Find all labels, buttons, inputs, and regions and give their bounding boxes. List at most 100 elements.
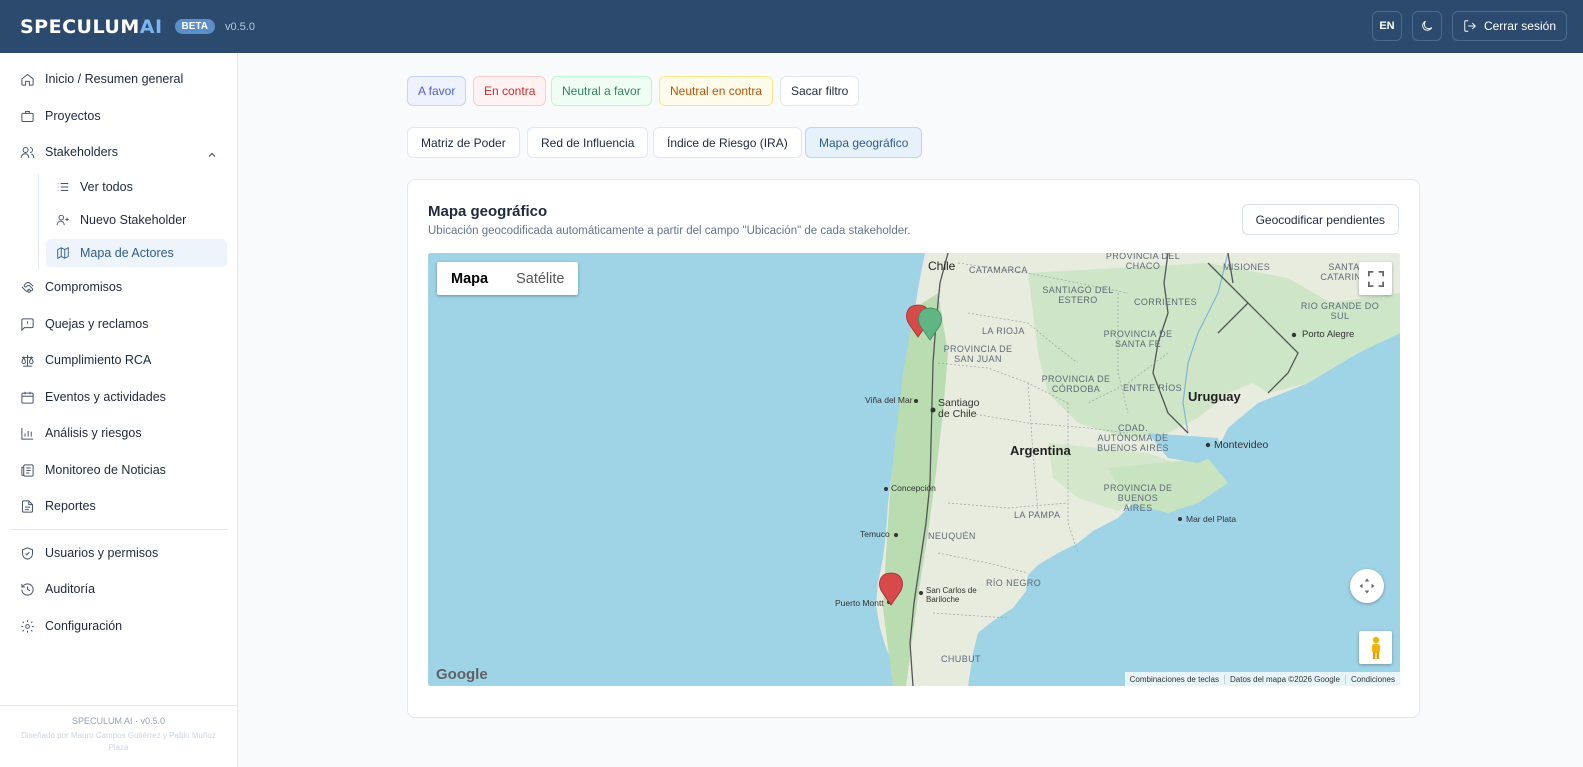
fullscreen-icon xyxy=(1367,270,1384,287)
sidebar-item-inicio[interactable]: Inicio / Resumen general xyxy=(20,68,183,90)
history-icon xyxy=(21,582,34,596)
sidebar-subitem-label: Ver todos xyxy=(80,180,133,194)
label-bariloche: San Carlos de Bariloche xyxy=(926,586,977,604)
map-icon xyxy=(57,246,69,260)
beta-badge: BETA xyxy=(174,19,215,34)
moon-icon xyxy=(1422,20,1433,31)
file-icon xyxy=(22,499,33,513)
sidebar-item-analisis[interactable]: Análisis y riesgos xyxy=(20,422,142,444)
sidebar-item-compromisos[interactable]: Compromisos xyxy=(20,276,122,298)
map-type-control: Mapa Satélite xyxy=(437,262,579,295)
logout-label: Cerrar sesión xyxy=(1483,19,1556,33)
pegman-icon xyxy=(1371,636,1380,659)
sidebar-item-usuarios[interactable]: Usuarios y permisos xyxy=(20,542,158,564)
sidebar-subitem-label: Mapa de Actores xyxy=(80,246,174,260)
logout-button[interactable]: Cerrar sesión xyxy=(1451,11,1567,41)
sidebar-item-noticias[interactable]: Monitoreo de Noticias xyxy=(20,459,166,481)
card-title: Mapa geográfico xyxy=(428,203,548,220)
brand-logo[interactable]: SPECULUMAI xyxy=(20,16,163,38)
map-canvas[interactable] xyxy=(428,253,1400,686)
label-santiago-estero: SANTIAGO DEL ESTERO xyxy=(1042,285,1114,305)
theme-toggle-button[interactable] xyxy=(1411,11,1442,41)
sidebar-divider xyxy=(10,529,228,530)
sidebar-item-auditoria[interactable]: Auditoría xyxy=(20,578,95,600)
sidebar-item-cumplimiento[interactable]: Cumplimiento RCA xyxy=(20,349,151,371)
label-montevideo: Montevideo xyxy=(1214,439,1269,451)
label-la-rioja: LA RIOJA xyxy=(982,326,1025,336)
label-temuco: Temuco xyxy=(860,529,890,539)
label-rio-negro: RÍO NEGRO xyxy=(986,578,1042,588)
label-chaco: PROVINCIA DEL CHACO xyxy=(1105,253,1181,271)
version-label: v0.5.0 xyxy=(225,20,255,33)
keyboard-shortcuts-link[interactable]: Combinaciones de teclas xyxy=(1125,675,1224,684)
map-attribution: Combinaciones de teclas Datos del mapa ©… xyxy=(1124,672,1400,686)
tab-red-influencia[interactable]: Red de Influencia xyxy=(527,127,649,158)
sidebar-item-label: Configuración xyxy=(45,619,123,633)
label-san-juan: PROVINCIA DE SAN JUAN xyxy=(943,344,1013,364)
sidebar-item-stakeholders[interactable]: Stakeholders xyxy=(20,141,118,163)
sidebar-subitem-mapa-actores[interactable]: Mapa de Actores xyxy=(46,239,227,267)
fullscreen-button[interactable] xyxy=(1359,262,1392,295)
sidebar-item-label: Stakeholders xyxy=(45,145,118,159)
handshake-icon xyxy=(21,281,34,293)
sidebar-item-configuracion[interactable]: Configuración xyxy=(20,615,122,637)
filter-neutral-en-contra[interactable]: Neutral en contra xyxy=(659,76,774,106)
move-arrows-icon xyxy=(1359,578,1375,594)
scale-icon xyxy=(21,354,34,367)
label-concepcion: Concepción xyxy=(891,483,936,493)
map-data-credit: Datos del mapa ©2026 Google xyxy=(1224,674,1345,684)
sidebar-item-quejas[interactable]: Quejas y reclamos xyxy=(20,313,149,335)
list-icon xyxy=(57,183,69,191)
label-misiones: MISIONES xyxy=(1223,262,1271,272)
newspaper-icon xyxy=(21,463,34,477)
label-porto-alegre: Porto Alegre xyxy=(1302,329,1355,340)
filter-a-favor[interactable]: A favor xyxy=(407,76,467,106)
map-type-map-button[interactable]: Mapa xyxy=(437,262,502,295)
label-caba: CDAD. AUTÓNOMA DE BUENOS AIRES xyxy=(1097,423,1169,453)
briefcase-icon xyxy=(21,110,34,122)
sidebar-item-label: Quejas y reclamos xyxy=(45,317,149,331)
clear-filter-button[interactable]: Sacar filtro xyxy=(780,76,860,106)
calendar-icon xyxy=(21,391,34,404)
label-corrientes: CORRIENTES xyxy=(1134,297,1198,307)
tab-indice-riesgo[interactable]: Índice de Riesgo (IRA) xyxy=(653,127,802,158)
footer-title: SPECULUM AI · v0.5.0 xyxy=(71,716,166,726)
geocode-pending-button[interactable]: Geocodificar pendientes xyxy=(1241,204,1399,235)
sidebar-item-label: Proyectos xyxy=(45,109,101,123)
tab-matriz-poder[interactable]: Matriz de Poder xyxy=(407,127,520,158)
label-chile: Chile xyxy=(928,259,956,273)
sidebar-item-label: Compromisos xyxy=(45,280,123,294)
google-logo[interactable]: Google xyxy=(436,666,488,683)
sidebar-item-eventos[interactable]: Eventos y actividades xyxy=(20,386,166,408)
label-uruguay: Uruguay xyxy=(1188,389,1241,404)
tab-mapa-geografico[interactable]: Mapa geográfico xyxy=(805,127,923,158)
bar-chart-icon xyxy=(21,427,34,440)
sidebar-subitem-ver-todos[interactable]: Ver todos xyxy=(46,173,227,201)
label-chubut: CHUBUT xyxy=(941,654,981,664)
label-santiago: Santiago de Chile xyxy=(938,397,980,420)
sidebar-item-reportes[interactable]: Reportes xyxy=(20,495,96,517)
terms-link[interactable]: Condiciones xyxy=(1344,674,1400,684)
sidebar-subitem-label: Nuevo Stakeholder xyxy=(80,213,187,227)
language-button[interactable]: EN xyxy=(1371,11,1402,41)
home-icon xyxy=(21,73,34,86)
sidebar-item-label: Eventos y actividades xyxy=(45,390,166,404)
top-bar: SPECULUMAI BETA v0.5.0 EN Cerrar sesión xyxy=(0,0,1583,53)
sidebar-item-label: Inicio / Resumen general xyxy=(45,72,184,86)
sidebar-item-label: Monitoreo de Noticias xyxy=(45,463,166,477)
sidebar-item-proyectos[interactable]: Proyectos xyxy=(20,105,101,127)
label-vina-del-mar: Viña del Mar xyxy=(865,395,913,405)
filter-en-contra[interactable]: En contra xyxy=(473,76,547,106)
sidebar-item-label: Cumplimiento RCA xyxy=(45,353,152,367)
map-type-satellite-button[interactable]: Satélite xyxy=(502,262,578,295)
label-cordoba: PROVINCIA DE CÓRDOBA xyxy=(1041,374,1111,394)
sidebar-footer: SPECULUM AI · v0.5.0 Diseñado por Mauro … xyxy=(0,705,237,767)
street-view-pegman-button[interactable] xyxy=(1359,631,1392,664)
geo-map[interactable]: Chile CATAMARCA PROVINCIA DEL CHACO SANT… xyxy=(428,253,1400,686)
filter-neutral-a-favor[interactable]: Neutral a favor xyxy=(551,76,652,106)
label-neuquen: NEUQUÉN xyxy=(928,531,976,541)
camera-control-button[interactable] xyxy=(1350,569,1384,603)
label-catamarca: CATAMARCA xyxy=(969,265,1028,275)
sidebar-subitem-nuevo-stakeholder[interactable]: Nuevo Stakeholder xyxy=(46,206,227,234)
chevron-up-icon[interactable] xyxy=(206,149,218,161)
